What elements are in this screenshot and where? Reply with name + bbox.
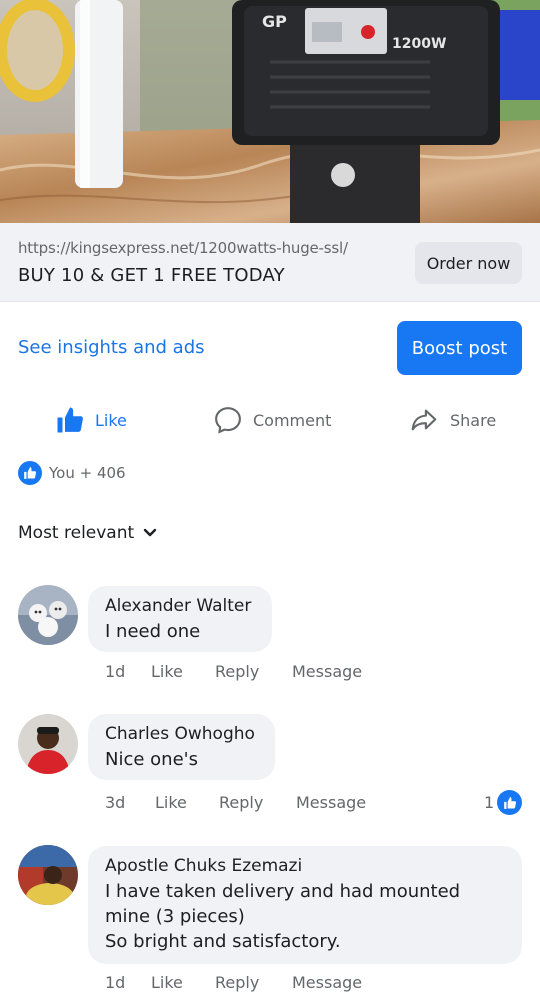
comment-like-button[interactable]: Like [151, 662, 183, 681]
comment-bubble[interactable]: Apostle Chuks Ezemazi I have taken deliv… [88, 846, 522, 964]
comment-bubble[interactable]: Alexander Walter I need one [88, 586, 272, 652]
avatar[interactable] [18, 585, 78, 645]
comment-reaction-number: 1 [484, 793, 495, 812]
ad-photo: GP 1200W [0, 0, 540, 223]
avatar[interactable] [18, 845, 78, 905]
order-now-button[interactable]: Order now [415, 242, 522, 284]
sort-label: Most relevant [18, 523, 135, 543]
share-label: Share [450, 410, 497, 430]
comment-message-button[interactable]: Message [292, 973, 362, 992]
comment-label: Comment [253, 410, 332, 430]
comment-text-line: I have taken delivery and had mounted [105, 881, 461, 902]
comment-author[interactable]: Alexander Walter [105, 596, 256, 616]
comment-reply-button[interactable]: Reply [215, 662, 259, 681]
see-insights-link[interactable]: See insights and ads [18, 337, 205, 358]
comment-time: 1d [105, 973, 126, 992]
ad-image[interactable]: GP 1200W [0, 0, 540, 223]
comment-text: I need one [105, 621, 201, 642]
like-button[interactable]: Like [55, 400, 127, 440]
share-button[interactable]: Share [408, 400, 496, 440]
comments-sort-dropdown[interactable]: Most relevant [18, 523, 157, 543]
device-brand: GP [262, 12, 287, 31]
thumbs-up-icon [57, 407, 83, 433]
comment-reaction-count[interactable]: 1 [484, 790, 523, 815]
link-url: https://kingsexpress.net/1200watts-huge-… [18, 239, 348, 257]
comment-reply-button[interactable]: Reply [215, 973, 259, 992]
avatar[interactable] [18, 714, 78, 774]
comment-bubble-icon [215, 407, 241, 434]
comment-time: 3d [105, 793, 126, 812]
comment-message-button[interactable]: Message [296, 793, 366, 812]
like-reaction-icon [497, 790, 523, 815]
like-label: Like [95, 410, 127, 430]
reactions-count: You + 406 [49, 464, 126, 482]
comment-bubble[interactable]: Charles Owhogho Nice one's [88, 714, 275, 780]
comment-message-button[interactable]: Message [292, 662, 362, 681]
avatar-photo [18, 845, 78, 905]
comment-button[interactable]: Comment [213, 400, 331, 440]
comment-reply-button[interactable]: Reply [219, 793, 263, 812]
comment-text-line: So bright and satisfactory. [105, 931, 341, 952]
device-wattage: 1200W [392, 36, 446, 52]
avatar-photo [18, 585, 78, 645]
boost-post-button[interactable]: Boost post [397, 321, 522, 375]
chevron-down-icon [143, 528, 157, 537]
comment-author[interactable]: Charles Owhogho [105, 724, 259, 744]
comment-time: 1d [105, 662, 126, 681]
like-reaction-icon [18, 461, 42, 485]
comment-like-button[interactable]: Like [151, 973, 183, 992]
comment-author[interactable]: Apostle Chuks Ezemazi [105, 856, 506, 876]
comment-like-button[interactable]: Like [155, 793, 187, 812]
share-arrow-icon [411, 409, 437, 431]
avatar-photo [18, 714, 78, 774]
link-preview[interactable]: https://kingsexpress.net/1200watts-huge-… [0, 223, 540, 302]
link-headline: BUY 10 & GET 1 FREE TODAY [18, 265, 285, 286]
reactions-summary[interactable]: You + 406 [18, 461, 126, 485]
comment-text-line: mine (3 pieces) [105, 906, 245, 927]
comment-text: Nice one's [105, 749, 198, 770]
